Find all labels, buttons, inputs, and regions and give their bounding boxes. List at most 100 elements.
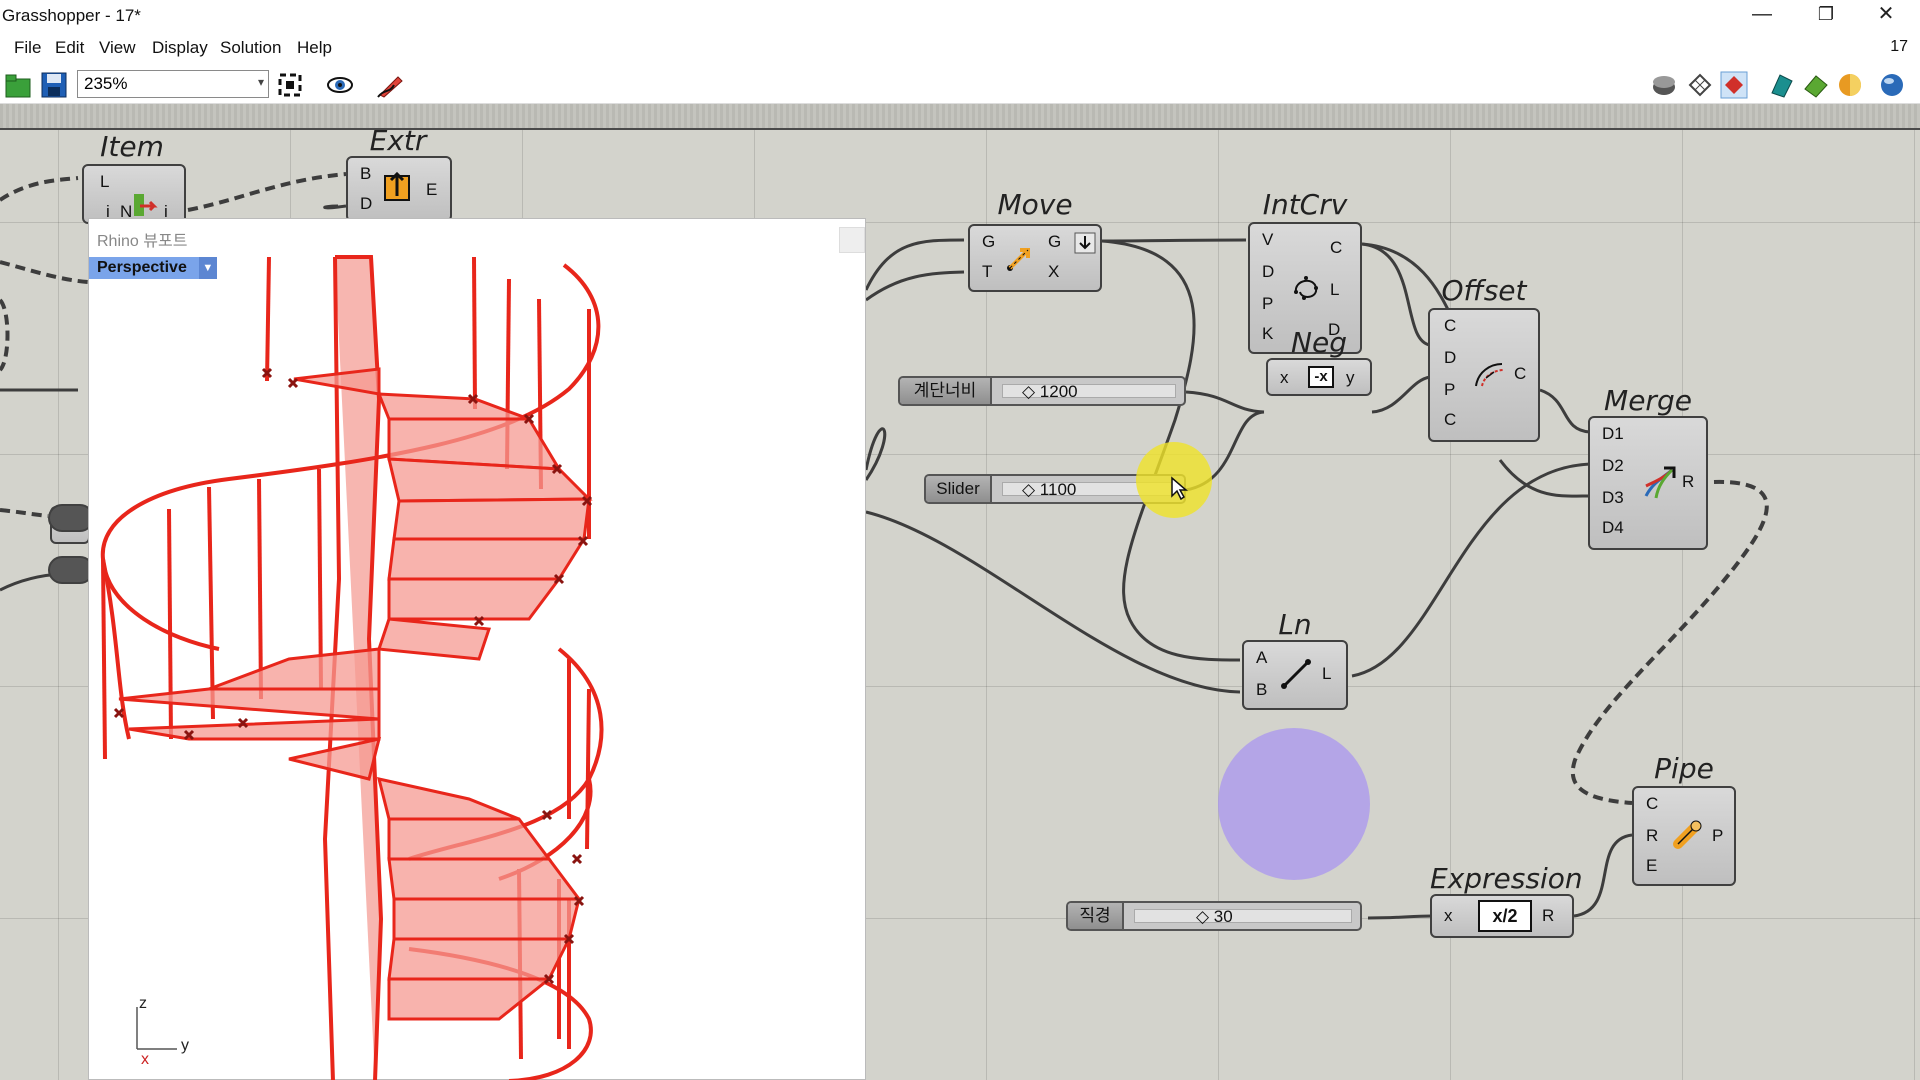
- sketch-pen-icon[interactable]: [376, 71, 404, 99]
- preview-selected-icon[interactable]: [1720, 71, 1748, 99]
- number-slider-value: ◇ 1100: [1022, 480, 1077, 499]
- zoom-combobox[interactable]: 235% ▾: [77, 70, 269, 98]
- pipe-input-r[interactable]: R: [1646, 826, 1658, 846]
- extr-input-d[interactable]: D: [360, 194, 372, 214]
- extr-output-e[interactable]: E: [426, 180, 437, 200]
- intcrv-input-v[interactable]: V: [1262, 230, 1273, 250]
- merge-input-d1[interactable]: D1: [1602, 424, 1624, 444]
- offset-title: Offset: [1441, 274, 1527, 307]
- merge-output-r[interactable]: R: [1682, 472, 1694, 492]
- diameter-slider-label: 직경: [1068, 903, 1124, 929]
- merge-input-d3[interactable]: D3: [1602, 488, 1624, 508]
- save-file-icon[interactable]: [40, 71, 68, 99]
- pipe-input-e[interactable]: E: [1646, 856, 1657, 876]
- intcrv-output-c[interactable]: C: [1330, 238, 1342, 258]
- move-component[interactable]: G T G X: [968, 224, 1102, 292]
- expression-formula: x/2: [1478, 900, 1532, 932]
- window-title: Grasshopper - 17*: [2, 6, 141, 25]
- wire-left-low: [0, 508, 49, 518]
- merge-title: Merge: [1604, 384, 1692, 417]
- item-component[interactable]: L i N i: [82, 164, 186, 224]
- toolbar: 235% ▾: [0, 66, 1920, 104]
- wire-to-ln-b: [865, 510, 1241, 694]
- offset-input-c2[interactable]: C: [1444, 410, 1456, 430]
- width-slider[interactable]: 계단너비 ◇ 1200: [898, 376, 1186, 406]
- neg-input-x[interactable]: x: [1280, 368, 1289, 388]
- menu-edit[interactable]: Edit: [55, 38, 84, 58]
- line-icon: [1281, 659, 1311, 689]
- offset-input-p[interactable]: P: [1444, 380, 1455, 400]
- pipe-icon: [1673, 820, 1702, 849]
- list-item-icon: [134, 194, 158, 216]
- merge-component[interactable]: D1 D2 D3 D4 R: [1588, 416, 1708, 550]
- ln-input-a[interactable]: A: [1256, 648, 1267, 668]
- move-input-g[interactable]: G: [982, 232, 995, 252]
- interpolate-curve-icon: [1294, 276, 1318, 300]
- offset-input-d[interactable]: D: [1444, 348, 1456, 368]
- expression-input-x[interactable]: x: [1444, 906, 1453, 926]
- pipe-component[interactable]: C R E P: [1632, 786, 1736, 886]
- diameter-slider[interactable]: 직경 ◇ 30: [1066, 901, 1362, 931]
- menu-help[interactable]: Help: [297, 38, 332, 58]
- title-bar: Grasshopper - 17* — ❐ ✕: [0, 0, 1920, 30]
- wire-left-1: [864, 427, 887, 481]
- offset-component[interactable]: C D P C C: [1428, 308, 1540, 442]
- expression-output-r[interactable]: R: [1542, 906, 1554, 926]
- diameter-slider-track[interactable]: [1134, 909, 1352, 923]
- close-button[interactable]: ✕: [1856, 0, 1916, 30]
- preview-wireframe-icon[interactable]: [1686, 71, 1714, 99]
- offset-output-c[interactable]: C: [1514, 364, 1526, 384]
- pipe-title: Pipe: [1654, 752, 1714, 785]
- chevron-down-icon: ▾: [257, 75, 264, 89]
- pipe-output-p[interactable]: P: [1712, 826, 1723, 846]
- item-input-l[interactable]: L: [100, 172, 109, 192]
- canvas-ribbon: [0, 104, 1920, 130]
- restore-button[interactable]: ❐: [1796, 0, 1856, 30]
- expression-component[interactable]: x x/2 R: [1430, 894, 1574, 938]
- mouse-cursor-icon: [1171, 476, 1188, 500]
- ln-output-l[interactable]: L: [1322, 664, 1331, 684]
- number-slider-label: Slider: [926, 476, 992, 502]
- intcrv-input-p[interactable]: P: [1262, 294, 1273, 314]
- offset-input-c[interactable]: C: [1444, 316, 1456, 336]
- neg-output-y[interactable]: y: [1346, 368, 1355, 388]
- zoom-extents-icon[interactable]: [276, 71, 304, 99]
- move-title: Move: [997, 188, 1073, 221]
- pipe-input-c[interactable]: C: [1646, 794, 1658, 814]
- negative-icon: -x: [1308, 366, 1334, 388]
- render-sphere-icon[interactable]: [1836, 71, 1864, 99]
- move-output-x[interactable]: X: [1048, 262, 1059, 282]
- menu-solution[interactable]: Solution: [220, 38, 281, 58]
- ln-component[interactable]: A B L: [1242, 640, 1348, 710]
- move-output-g[interactable]: G: [1048, 232, 1061, 252]
- menu-view[interactable]: View: [99, 38, 136, 58]
- merge-input-d4[interactable]: D4: [1602, 518, 1624, 538]
- eye-icon[interactable]: [326, 71, 354, 99]
- document-number: 17: [1890, 38, 1908, 55]
- minimize-button[interactable]: —: [1732, 0, 1792, 30]
- extr-component[interactable]: B D E: [346, 156, 452, 222]
- intcrv-output-l[interactable]: L: [1330, 280, 1339, 300]
- menu-display[interactable]: Display: [152, 38, 208, 58]
- rhino-viewport[interactable]: Rhino 뷰포트 Perspective ▼ z y x: [88, 218, 866, 1080]
- axis-x-label: x: [141, 1051, 149, 1068]
- wire-extr-d: [323, 204, 347, 210]
- wire-intcrv-offset: [1361, 242, 1431, 347]
- display-sphere-icon[interactable]: [1878, 71, 1906, 99]
- bake-teal-icon[interactable]: [1768, 71, 1796, 99]
- menu-file[interactable]: File: [14, 38, 41, 58]
- neg-component[interactable]: x -x y: [1266, 358, 1372, 396]
- merge-input-d2[interactable]: D2: [1602, 456, 1624, 476]
- intcrv-input-d[interactable]: D: [1262, 262, 1274, 282]
- wire-to-move-g: [864, 238, 965, 291]
- ln-input-b[interactable]: B: [1256, 680, 1267, 700]
- wire-item-extr: [187, 172, 347, 212]
- extr-input-b[interactable]: B: [360, 164, 371, 184]
- ln-title: Ln: [1278, 608, 1312, 641]
- open-file-icon[interactable]: [4, 71, 32, 99]
- bake-green-icon[interactable]: [1802, 71, 1830, 99]
- preview-shaded-icon[interactable]: [1650, 71, 1678, 99]
- move-input-t[interactable]: T: [982, 262, 992, 282]
- dropdown-arrow-icon[interactable]: [1074, 232, 1096, 254]
- offset-curve-icon: [1475, 363, 1505, 387]
